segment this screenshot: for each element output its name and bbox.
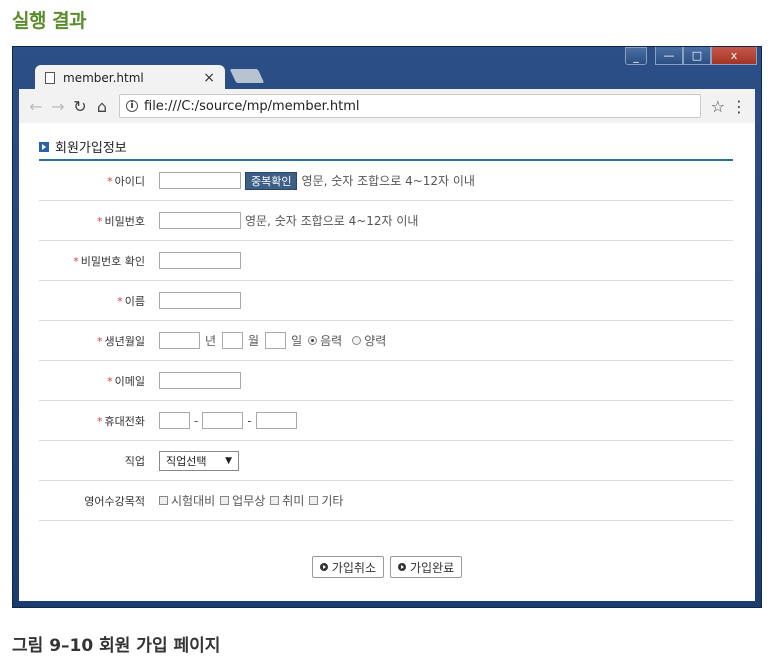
home-icon[interactable]: ⌂ [91,95,113,117]
email-input[interactable] [159,372,241,389]
job-select[interactable]: 직업선택 ▼ [159,450,239,471]
month-unit: 월 [248,334,260,348]
english-purpose-label: 영어수강목적 [84,494,145,508]
form-row-name: * 이름 [39,281,733,321]
chevron-down-icon: ▼ [225,455,232,466]
address-bar[interactable]: i file:///C:/source/mp/member.html [119,94,701,118]
job-selected-value: 직업선택 [166,454,207,468]
required-mark: * [97,414,103,428]
hobby-label: 취미 [282,494,305,508]
phone-label-text: 휴대전화 [104,414,145,428]
figure-caption: 그림 9–10 회원 가입 페이지 [12,636,221,656]
password-label-text: 비밀번호 [104,214,145,228]
required-mark: * [107,174,113,188]
figure-heading: 실행 결과 [12,10,87,32]
name-label: * 이름 [39,293,159,309]
password-confirm-label-text: 비밀번호 확인 [80,254,145,268]
form-row-english-purpose: 영어수강목적 시험대비 업무상 취미 기타 [39,481,733,521]
bookmark-star-icon[interactable]: ☆ [711,97,725,116]
phone-part2-input[interactable] [202,412,244,429]
close-tab-icon[interactable]: × [203,70,215,86]
password-label: * 비밀번호 [39,213,159,229]
section-title-text: 회원가입정보 [55,141,127,156]
tab-member[interactable]: member.html × [35,65,225,91]
lunar-label: 음력 [320,334,343,348]
other-checkbox[interactable] [309,496,319,505]
cancel-signup-label: 가입취소 [331,560,376,575]
birth-year-input[interactable] [159,332,200,349]
email-label-text: 이메일 [114,374,145,388]
page-viewport: 회원가입정보 * 아이디 중복확인 영문, 숫자 조합으로 4~12자 이내 * 비… [19,123,755,601]
section-title: 회원가입정보 [39,137,127,156]
play-circle-icon [319,563,328,571]
lunar-radio[interactable] [308,336,318,345]
form-row-birth: * 생년월일 년 월 일 음력 양력 [39,321,733,361]
year-unit: 년 [205,334,217,348]
birth-label: * 생년월일 [39,333,159,349]
phone-separator: - [194,413,199,428]
required-mark: * [107,374,113,388]
form-row-phone: * 휴대전화 - - [39,401,733,441]
phone-part3-input[interactable] [255,412,297,429]
form-row-job: 직업 직업선택 ▼ [39,441,733,481]
job-label: 직업 [124,454,145,468]
menu-dots-icon[interactable]: ⋮ [731,97,747,116]
play-circle-icon [398,563,406,571]
exam-checkbox[interactable] [159,496,168,505]
form-actions: 가입취소 가입완료 [19,556,755,578]
required-mark: * [73,254,79,268]
required-mark: * [117,294,123,308]
id-label-text: 아이디 [114,174,145,188]
hobby-checkbox[interactable] [270,496,280,505]
work-checkbox[interactable] [220,496,230,505]
url-text: file:///C:/source/mp/member.html [144,98,360,114]
duplicate-check-button[interactable]: 중복확인 [245,171,298,190]
required-mark: * [97,334,103,348]
complete-signup-label: 가입완료 [410,560,455,575]
section-bullet-icon [39,141,49,152]
password-confirm-input[interactable] [159,252,241,269]
new-tab-button[interactable] [229,69,265,83]
complete-signup-button[interactable]: 가입완료 [390,556,463,578]
tab-strip: member.html × [19,59,755,91]
info-icon[interactable]: i [126,100,138,112]
back-arrow-icon[interactable]: ← [25,95,47,117]
signup-form: * 아이디 중복확인 영문, 숫자 조합으로 4~12자 이내 * 비밀번호 영문,… [39,161,733,521]
solar-radio[interactable] [352,336,362,345]
phone-label: * 휴대전화 [39,413,159,429]
work-label: 업무상 [232,494,266,508]
id-hint: 영문, 숫자 조합으로 4~12자 이내 [301,174,475,188]
name-input[interactable] [159,292,241,309]
password-input[interactable] [159,212,241,229]
browser-toolbar: ← → ↻ ⌂ i file:///C:/source/mp/member.ht… [19,89,755,123]
browser-window: _ — □ x member.html × ← → ↻ ⌂ i file:///… [12,46,762,608]
form-row-email: * 이메일 [39,361,733,401]
document-icon [45,72,55,84]
password-hint: 영문, 숫자 조합으로 4~12자 이내 [245,214,419,228]
required-mark: * [97,214,103,228]
forward-arrow-icon[interactable]: → [47,95,69,117]
name-label-text: 이름 [124,294,145,308]
birth-month-input[interactable] [222,332,244,349]
id-input[interactable] [159,172,241,189]
tab-title: member.html [63,71,144,85]
cancel-signup-button[interactable]: 가입취소 [311,556,384,578]
solar-label: 양력 [364,334,387,348]
email-label: * 이메일 [39,373,159,389]
password-confirm-label: * 비밀번호 확인 [39,253,159,269]
exam-label: 시험대비 [171,494,216,508]
other-label: 기타 [321,494,344,508]
form-row-password: * 비밀번호 영문, 숫자 조합으로 4~12자 이내 [39,201,733,241]
birth-label-text: 생년월일 [104,334,145,348]
id-label: * 아이디 [39,173,159,189]
birth-day-input[interactable] [265,332,287,349]
form-row-id: * 아이디 중복확인 영문, 숫자 조합으로 4~12자 이내 [39,161,733,201]
day-unit: 일 [291,334,303,348]
phone-separator: - [247,413,252,428]
phone-part1-input[interactable] [159,412,190,429]
form-row-password-confirm: * 비밀번호 확인 [39,241,733,281]
reload-icon[interactable]: ↻ [69,95,91,117]
